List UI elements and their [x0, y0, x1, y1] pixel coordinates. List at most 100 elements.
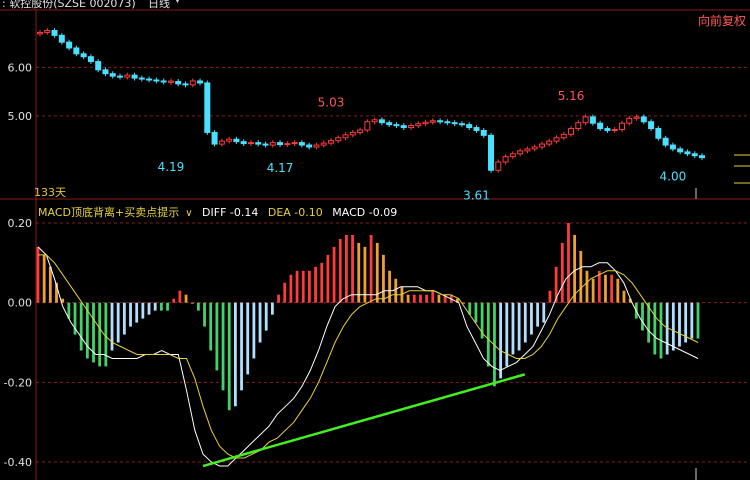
candle: [575, 122, 582, 130]
macd-bar: [79, 302, 83, 351]
macd-bar: [147, 302, 151, 315]
macd-bar: [104, 302, 108, 367]
macd-bar: [116, 302, 120, 343]
candle: [568, 128, 575, 135]
macd-bar: [252, 302, 256, 359]
dea-value: DEA -0.10: [267, 206, 323, 219]
candle: [677, 148, 684, 153]
candle: [167, 80, 174, 83]
candle: [138, 77, 145, 80]
macd-bar: [308, 270, 311, 303]
candle: [313, 144, 320, 148]
macd-bar: [659, 302, 663, 359]
candle: [291, 142, 298, 145]
macd-bar: [277, 294, 280, 303]
period-selector[interactable]: 日线: [148, 0, 170, 11]
chevron-down-icon[interactable]: ∨: [185, 208, 192, 219]
indicator-bar: MACD顶底背离+买卖点提示 ∨ DIFF -0.14 DEA -0.10 MAC…: [38, 204, 403, 220]
macd-bar: [622, 290, 626, 303]
candle: [415, 123, 422, 127]
candle: [131, 74, 138, 79]
macd-bar: [345, 234, 348, 303]
macd-bar: [419, 294, 422, 303]
macd-bar: [246, 302, 250, 375]
candle: [509, 153, 516, 158]
candle: [473, 127, 480, 131]
macd-bar: [48, 266, 52, 303]
macd-bar: [289, 274, 293, 303]
candle: [386, 122, 393, 126]
macd-bar: [610, 274, 614, 303]
macd-bar: [517, 302, 521, 351]
macd-bar: [159, 302, 163, 311]
candle: [58, 34, 65, 43]
price-adjust-button[interactable]: 向前复权: [698, 12, 746, 29]
macd-bar: [616, 278, 620, 303]
candle: [393, 124, 400, 127]
macd-bar: [486, 302, 490, 367]
chevron-down-icon[interactable]: ▼: [174, 0, 181, 5]
stock-chart: 6.00 5.00 4.19 4.17 5.03 3.61 5.16 4.00 0.20 0.00…: [0, 9, 750, 480]
candle: [102, 69, 109, 75]
price-annotation: 3.61: [463, 188, 490, 202]
candle: [640, 116, 647, 123]
candle: [538, 143, 545, 148]
macd-bar: [641, 302, 644, 331]
macd-bar: [283, 282, 287, 303]
candle: [204, 82, 211, 133]
macd-tick-label: -0.20: [4, 376, 32, 389]
candle: [524, 148, 531, 152]
macd-bar: [505, 302, 509, 367]
macd-bar: [357, 242, 361, 303]
candle: [298, 142, 305, 146]
macd-bar: [431, 290, 435, 303]
candle: [560, 133, 567, 139]
candle: [342, 134, 349, 139]
candle: [51, 30, 58, 36]
macd-tick-label: 0.20: [8, 217, 33, 230]
macd-bar: [301, 270, 305, 303]
candle: [218, 140, 225, 145]
macd-bar: [536, 302, 540, 327]
price-tick-label: 6.00: [8, 61, 33, 74]
macd-value: MACD -0.09: [332, 206, 398, 219]
macd-bar: [196, 302, 200, 311]
macd-bar: [585, 270, 589, 303]
candle: [546, 140, 553, 145]
macd-bar: [511, 302, 515, 355]
candle: [37, 31, 43, 35]
candle: [233, 138, 240, 143]
candle: [124, 74, 131, 78]
candle: [109, 73, 116, 77]
candle: [66, 41, 73, 49]
macd-bar: [542, 302, 546, 323]
candle: [582, 116, 589, 124]
price-annotation: 4.17: [267, 161, 294, 175]
macd-bar: [135, 302, 139, 323]
diff-value: DIFF -0.14: [202, 206, 259, 219]
macd-bar: [141, 302, 145, 319]
candle: [247, 142, 254, 145]
macd-bar: [98, 302, 102, 367]
candle: [277, 142, 284, 146]
macd-bar: [560, 242, 564, 303]
indicator-name[interactable]: MACD顶底背离+买卖点提示: [38, 206, 179, 219]
macd-bar: [326, 254, 330, 303]
macd-tick-label: -0.40: [4, 456, 32, 469]
candle: [611, 129, 618, 132]
macd-bar: [264, 302, 268, 331]
candle: [327, 140, 334, 144]
stock-title: : 软控股份(SZSE 002073): [2, 0, 136, 10]
macd-bar: [425, 294, 428, 303]
candle: [451, 122, 458, 125]
candle: [80, 53, 87, 58]
candle: [699, 155, 705, 159]
candle: [335, 137, 342, 142]
macd-bar: [671, 302, 675, 351]
macd-bar: [166, 302, 169, 311]
macd-bar: [591, 278, 595, 303]
macd-bar: [530, 302, 533, 335]
candle: [240, 141, 247, 145]
candle: [618, 122, 625, 131]
candle: [553, 137, 560, 142]
